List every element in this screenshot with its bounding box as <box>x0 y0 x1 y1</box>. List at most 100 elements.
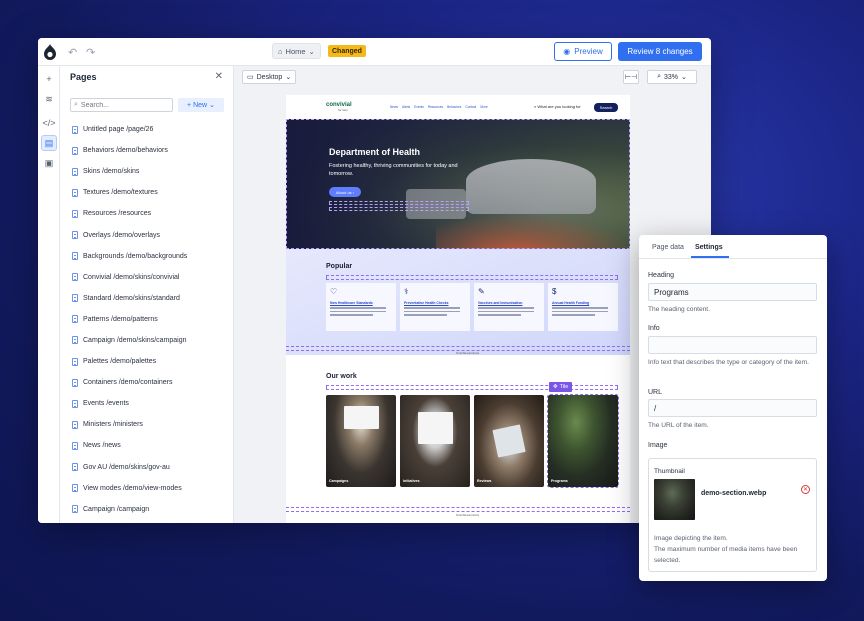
tab-settings[interactable]: Settings <box>695 244 723 251</box>
code-icon[interactable]: </> <box>41 115 57 131</box>
site-nav-item[interactable]: Contact <box>465 105 476 109</box>
work-tile[interactable]: Reviews <box>474 395 544 487</box>
page-item-label: Textures /demo/textures <box>83 189 158 197</box>
popular-slot-outline[interactable] <box>326 275 618 280</box>
popular-section[interactable]: Popular ♡ New Healthcare Standards ⚕ Pre… <box>286 249 630 355</box>
page-list-item[interactable]: Campaign /campaign <box>72 499 232 520</box>
site-header: convivial for Gov News Alerts Events Res… <box>286 95 630 119</box>
page-list-item[interactable]: View modes /demo/view-modes <box>72 478 232 499</box>
url-field[interactable]: / <box>648 399 817 417</box>
work-tile[interactable]: Initiatives <box>400 395 470 487</box>
page-item-label: Untitled page /page/26 <box>83 126 154 134</box>
document-icon <box>72 273 78 282</box>
review-changes-button[interactable]: Review 8 changes <box>618 42 702 61</box>
page-item-label: Ministers /ministers <box>83 421 143 429</box>
page-selector[interactable]: ⌂ Home ⌄ <box>272 43 321 59</box>
site-nav-item[interactable]: News <box>390 105 398 109</box>
pages-icon[interactable]: ▤ <box>41 135 57 151</box>
page-list-item[interactable]: Convivial /demo/skins/convivial <box>72 267 232 288</box>
close-icon[interactable]: ✕ <box>215 71 223 82</box>
page-list-item[interactable]: Ministers /ministers <box>72 414 232 435</box>
page-item-label: Behaviors /demo/behaviors <box>83 147 168 155</box>
page-item-label: Events /events <box>83 400 129 408</box>
popular-card[interactable]: ✎ Vaccines and Immunisation <box>474 283 544 331</box>
our-work-footer-label: Scroll Reveal (Items) <box>456 514 480 517</box>
page-list-item[interactable]: Standard /demo/skins/standard <box>72 288 232 309</box>
remove-icon[interactable]: ✕ <box>801 485 810 494</box>
page-list-item[interactable]: Untitled page /page/26 <box>72 119 232 140</box>
page-list-item[interactable]: Textures /demo/textures <box>72 182 232 203</box>
site-search-button[interactable]: Search <box>594 103 618 112</box>
our-work-section[interactable]: Our work ✥ Tile Campaigns Initiatives Re… <box>286 357 630 523</box>
site-nav-item[interactable]: Events <box>414 105 424 109</box>
page-list-item[interactable]: Backgrounds /demo/backgrounds <box>72 246 232 267</box>
our-work-slot-outline[interactable] <box>326 385 618 390</box>
document-icon <box>72 125 78 134</box>
document-icon <box>72 463 78 472</box>
pages-panel-title: Pages <box>70 72 97 82</box>
hero-section[interactable]: Department of Health Fostering healthy, … <box>286 119 630 254</box>
drupal-logo-icon[interactable] <box>43 44 57 60</box>
info-label: Info <box>648 325 660 332</box>
popular-title: Popular <box>326 263 353 270</box>
page-list-item[interactable]: Skins /demo/skins <box>72 161 232 182</box>
redo-icon[interactable]: ↷ <box>86 46 95 59</box>
heading-field[interactable]: Programs <box>648 283 817 301</box>
popular-card[interactable]: ⚕ Preventative Health Checks <box>400 283 470 331</box>
document-icon <box>72 357 78 366</box>
site-nav-item[interactable]: More <box>480 105 487 109</box>
fit-width-button[interactable]: ⊢⊣ <box>623 70 639 84</box>
device-selector[interactable]: ▭ Desktop ⌄ <box>242 70 297 84</box>
chevron-down-icon: ⌄ <box>285 74 292 81</box>
page-item-label: News /news <box>83 442 121 450</box>
settings-tabs: Page data Settings <box>639 235 827 259</box>
work-tile[interactable]: Campaigns <box>326 395 396 487</box>
our-work-bottom-outline[interactable] <box>286 507 630 512</box>
undo-icon[interactable]: ↶ <box>68 46 77 59</box>
popular-footer-label: Scroll Reveal (Items) <box>456 352 480 355</box>
pages-panel: Pages ✕ ⌕ + New ⌄ Untitled page /page/26… <box>60 66 234 523</box>
search-input[interactable] <box>80 101 161 109</box>
new-page-button[interactable]: + New ⌄ <box>178 98 224 112</box>
popular-card[interactable]: $ Annual Health Funding <box>548 283 618 331</box>
page-item-label: Containers /demo/containers <box>83 379 173 387</box>
layers-icon[interactable]: ≋ <box>41 91 57 107</box>
zoom-selector[interactable]: ⌕ 33% ⌄ <box>647 70 697 84</box>
preview-button[interactable]: ◉ Preview <box>554 42 612 61</box>
page-list-item[interactable]: Containers /demo/containers <box>72 372 232 393</box>
site-logo[interactable]: convivial for Gov <box>326 102 352 112</box>
add-icon[interactable]: + <box>41 71 57 87</box>
device-selector-label: Desktop <box>256 73 283 81</box>
popular-card[interactable]: ♡ New Healthcare Standards <box>326 283 396 331</box>
thumbnail-help-line: The maximum number of media items have b… <box>654 546 798 564</box>
library-icon[interactable]: ▣ <box>41 155 57 171</box>
page-preview[interactable]: convivial for Gov News Alerts Events Res… <box>286 95 630 523</box>
page-list-item[interactable]: Gov AU /demo/skins/gov-au <box>72 457 232 478</box>
page-list-item[interactable]: Patterns /demo/patterns <box>72 309 232 330</box>
tab-page-data[interactable]: Page data <box>652 244 684 251</box>
popular-bottom-outline[interactable] <box>286 346 630 351</box>
pages-search[interactable]: ⌕ <box>70 98 173 112</box>
page-list-item[interactable]: Palettes /demo/palettes <box>72 351 232 372</box>
page-item-label: Campaign /campaign <box>83 505 150 513</box>
thumbnail-image[interactable] <box>654 479 695 520</box>
site-search[interactable]: ⌕ What are you looking for <box>534 104 581 109</box>
site-nav-item[interactable]: Behaviors <box>447 105 461 109</box>
work-tile-selected[interactable]: Programs <box>547 394 619 488</box>
thumbnail-field: Thumbnail demo-section.webp ✕ Image depi… <box>648 458 817 572</box>
info-field[interactable] <box>648 336 817 354</box>
page-list-item[interactable]: Behaviors /demo/behaviors <box>72 140 232 161</box>
image-label: Image <box>648 442 668 449</box>
page-list-item[interactable]: Resources /resources <box>72 203 232 224</box>
tile-tag[interactable]: ✥ Tile <box>549 382 573 392</box>
page-list-item[interactable]: Overlays /demo/overlays <box>72 224 232 245</box>
site-nav-item[interactable]: Resources <box>428 105 443 109</box>
thumbnail-help-line: Image depicting the item. <box>654 535 728 542</box>
page-item-label: Palettes /demo/palettes <box>83 358 157 366</box>
work-tile-label: Programs <box>551 479 568 483</box>
page-selector-label: Home <box>285 46 306 56</box>
site-nav-item[interactable]: Alerts <box>402 105 410 109</box>
page-list-item[interactable]: News /news <box>72 435 232 456</box>
page-list-item[interactable]: Campaign /demo/skins/campaign <box>72 330 232 351</box>
page-list-item[interactable]: Events /events <box>72 393 232 414</box>
